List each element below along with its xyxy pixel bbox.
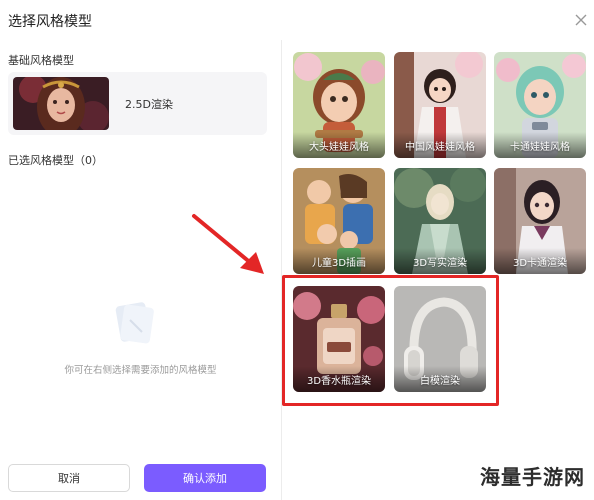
style-card-label: 3D卡通渲染 (512, 258, 568, 269)
style-card-big-head-doll[interactable]: 大头娃娃风格 (293, 52, 385, 158)
base-section-label: 基础风格模型 (8, 54, 74, 67)
style-card-label: 3D写实渲染 (412, 258, 468, 269)
style-card-white-model[interactable]: 白模渲染 (394, 286, 486, 392)
style-card-label: 儿童3D插画 (311, 258, 367, 269)
empty-state-text: 你可在右侧选择需要添加的风格模型 (64, 365, 217, 376)
style-card-label: 3D香水瓶渲染 (306, 376, 372, 387)
base-model-thumbnail (13, 77, 109, 130)
style-card-label: 白模渲染 (420, 376, 460, 387)
style-card-kids-3d[interactable]: 儿童3D插画 (293, 168, 385, 274)
close-icon[interactable] (571, 10, 591, 30)
style-card-label: 中国风娃娃风格 (405, 142, 475, 153)
confirm-add-button[interactable]: 确认添加 (144, 464, 266, 492)
cancel-button[interactable]: 取消 (8, 464, 130, 492)
style-card-label: 大头娃娃风格 (309, 142, 369, 153)
base-model-card: 2.5D渲染 (8, 72, 267, 135)
style-card-3d-perfume[interactable]: 3D香水瓶渲染 (293, 286, 385, 392)
dialog-header: 选择风格模型 (0, 0, 594, 40)
style-card-3d-realistic[interactable]: 3D写实渲染 (394, 168, 486, 274)
style-card-cartoon-doll[interactable]: 卡通娃娃风格 (494, 52, 586, 158)
dialog-title: 选择风格模型 (8, 14, 92, 30)
watermark-text: 海量手游网 (480, 465, 585, 489)
style-card-3d-cartoon[interactable]: 3D卡通渲染 (494, 168, 586, 274)
empty-state-icon (110, 298, 160, 348)
style-card-chinese-doll[interactable]: 中国风娃娃风格 (394, 52, 486, 158)
base-model-label: 2.5D渲染 (125, 98, 173, 111)
style-card-label: 卡通娃娃风格 (510, 142, 570, 153)
selected-section-label: 已选风格模型（0） (8, 154, 103, 167)
panel-divider (281, 40, 282, 500)
